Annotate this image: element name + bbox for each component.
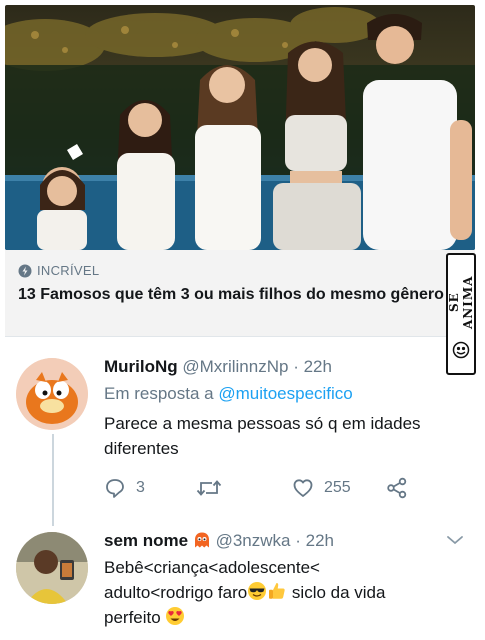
display-name[interactable]: sem nome [104, 531, 188, 550]
sunglasses-emoji-icon [248, 582, 267, 600]
like-count: 255 [324, 479, 351, 496]
retweet-button[interactable] [196, 477, 222, 499]
reply-context: Em resposta a @muitoespecifico [104, 384, 353, 404]
bolt-icon [18, 264, 32, 277]
mask-icon [452, 341, 470, 359]
tweet-text: Parece a mesma pessoas só q em idades di… [104, 414, 421, 458]
reply-count: 3 [136, 479, 145, 496]
alien-monster-emoji-icon [194, 532, 209, 548]
article-category-label: INCRÍVEL [37, 263, 100, 278]
tweet-actions: 3 255 [104, 477, 424, 501]
article-headline[interactable]: 13 Famosos que têm 3 ou mais filhos do m… [18, 284, 448, 305]
tweet-text-line: adulto<rodrigo faro siclo da vida [104, 580, 464, 605]
reply-button[interactable]: 3 [104, 477, 145, 499]
family-photo-illustration [5, 7, 475, 250]
retweet-icon [196, 480, 222, 496]
timestamp[interactable]: 22h [304, 357, 332, 376]
more-options-button[interactable] [446, 533, 464, 551]
reply-icon [106, 479, 124, 498]
like-button[interactable]: 255 [292, 477, 351, 499]
reply-mention-link[interactable]: @muitoespecifico [218, 384, 352, 403]
tweet-text-segment: siclo da vida [287, 583, 386, 602]
display-name[interactable]: MuriloNg [104, 357, 178, 376]
handle[interactable]: @MxrilinnzNp [182, 357, 288, 376]
article-category: INCRÍVEL [18, 263, 99, 278]
watermark-text: SE ANIMA [447, 275, 475, 329]
garfield-avatar-image [16, 358, 88, 430]
tweet-header: sem nome @3nzwka · 22h [104, 531, 334, 551]
tweet-text-line: Bebê<criança<adolescente< [104, 558, 320, 577]
separator: · [295, 531, 301, 550]
timestamp[interactable]: 22h [306, 531, 334, 550]
article-photo[interactable] [5, 5, 475, 250]
handle[interactable]: @3nzwka [216, 531, 291, 550]
chevron-down-icon [447, 536, 463, 545]
tweet-text-line: perfeito [104, 605, 464, 630]
reply-prefix: Em resposta a [104, 384, 214, 403]
avatar[interactable] [16, 532, 88, 604]
tweet-text-segment: adulto<rodrigo faro [104, 583, 248, 602]
tweet-text-segment: perfeito [104, 608, 161, 627]
share-button[interactable] [386, 477, 408, 499]
share-icon [387, 477, 407, 499]
thread-line [52, 434, 54, 526]
article-card-footer[interactable]: INCRÍVEL 13 Famosos que têm 3 ou mais fi… [5, 250, 475, 337]
separator: · [293, 357, 299, 376]
se-anima-watermark: SE ANIMA [446, 253, 476, 375]
heart-eyes-emoji-icon [166, 607, 185, 625]
heart-icon [293, 479, 313, 497]
tweet-header: MuriloNg @MxrilinnzNp · 22h [104, 357, 332, 377]
tweet-text: Bebê<criança<adolescente< adulto<rodrigo… [104, 555, 464, 630]
thumbs-up-emoji-icon [269, 583, 285, 599]
avatar[interactable] [16, 358, 88, 430]
person-avatar-image [16, 532, 88, 604]
